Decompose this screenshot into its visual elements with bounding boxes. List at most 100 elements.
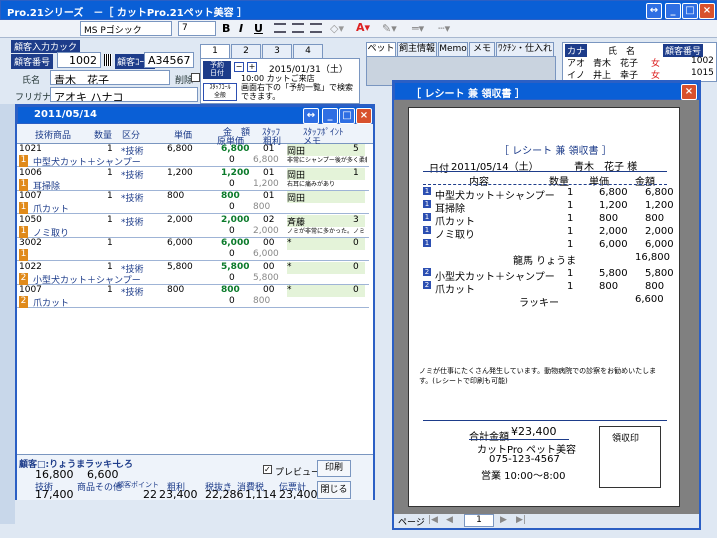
row-price[interactable]: 2,000 xyxy=(167,215,193,227)
minimize-icon[interactable]: _ xyxy=(322,108,338,124)
row-price[interactable]: 6,000 xyxy=(167,238,193,250)
table-row[interactable]: 1021 1 *技術 6,800 6,800 01 岡田 5 1 中型犬カット＋シャンプー 0 6,8… xyxy=(17,144,369,167)
tab-4[interactable]: 4 xyxy=(293,44,323,58)
close-icon[interactable]: × xyxy=(681,84,697,100)
customer-no-field[interactable]: 1002 xyxy=(57,52,101,68)
row-n2[interactable]: 0 xyxy=(229,155,235,167)
row-n3[interactable]: 800 xyxy=(253,296,270,308)
row-qty[interactable]: 1 xyxy=(107,168,113,180)
row-amount[interactable]: 1,200 xyxy=(221,168,249,180)
prev-date-button[interactable]: − xyxy=(234,62,244,72)
delete-checkbox[interactable] xyxy=(191,73,200,82)
row-name[interactable]: 爪カット xyxy=(33,296,69,308)
row-n2[interactable]: 0 xyxy=(229,202,235,214)
row-n2[interactable]: 0 xyxy=(229,226,235,238)
row-n3[interactable]: 800 xyxy=(253,202,270,214)
row-name[interactable]: 小型犬カット＋シャンプー xyxy=(33,273,141,285)
row-qty[interactable]: 1 xyxy=(107,191,113,203)
last-page-button[interactable]: ▶| xyxy=(516,515,526,525)
furigana-field[interactable]: アオキ ハナコ xyxy=(50,87,198,102)
row-amount[interactable]: 6,800 xyxy=(221,144,249,156)
row-name[interactable]: 耳掃除 xyxy=(33,179,60,191)
row-cat[interactable]: *技術 xyxy=(121,215,144,227)
row-qty[interactable]: 1 xyxy=(107,285,113,297)
font-color-icon[interactable]: A▾ xyxy=(356,21,370,34)
row-amount[interactable]: 5,800 xyxy=(221,262,249,274)
tab-pet[interactable]: ペット xyxy=(366,42,396,56)
line-style-icon[interactable]: ═▾ xyxy=(412,22,424,35)
name-field[interactable]: 青木 花子 xyxy=(50,70,170,85)
maximize-icon[interactable]: □ xyxy=(682,3,698,19)
tab-1[interactable]: 1 xyxy=(200,44,230,58)
row-name[interactable]: ノミ取り xyxy=(33,226,69,238)
underline-button[interactable]: U xyxy=(254,22,263,35)
page-field[interactable]: 1 xyxy=(464,514,494,527)
tab-vaccine[interactable]: ﾜｸﾁﾝ・仕入れ xyxy=(496,42,554,56)
row-n2[interactable]: 0 xyxy=(229,273,235,285)
tab-3[interactable]: 3 xyxy=(262,44,292,58)
row-cat[interactable]: *技術 xyxy=(121,285,144,297)
customer-code-field[interactable]: A34567 xyxy=(144,52,194,68)
align-right-icon[interactable] xyxy=(310,23,322,33)
row-n3[interactable]: 5,800 xyxy=(253,273,279,285)
table-row[interactable]: 1022 1 *技術 5,800 5,800 00 * 0 2 小型犬カット＋シャンプー 0 5,80… xyxy=(17,261,369,285)
row-memo[interactable] xyxy=(287,202,367,214)
close-button[interactable]: 閉じる xyxy=(317,481,351,499)
align-center-icon[interactable] xyxy=(292,23,304,33)
row-n3[interactable]: 6,800 xyxy=(253,155,279,167)
row-n2[interactable]: 0 xyxy=(229,249,235,261)
font-size-select[interactable]: 7 xyxy=(178,21,216,36)
tab-2[interactable]: 2 xyxy=(231,44,261,58)
row-name[interactable]: 中型犬カット＋シャンプー xyxy=(33,155,141,167)
row-price[interactable]: 800 xyxy=(167,285,184,297)
staff-call-button[interactable]: ｽﾀｯﾌｺｰﾙ 全般 xyxy=(203,83,237,101)
row-memo[interactable]: 右耳に痛みがあり xyxy=(287,179,367,191)
row-memo[interactable]: ノミが非常に多かった。ノミトリシャンプー勧めた xyxy=(287,226,367,238)
row-price[interactable]: 6,800 xyxy=(167,144,193,156)
row-n3[interactable]: 2,000 xyxy=(253,226,279,238)
row-name[interactable]: 爪カット xyxy=(33,202,69,214)
tab-memo-en[interactable]: Memo xyxy=(438,42,468,56)
maximize-icon[interactable]: □ xyxy=(339,108,355,124)
bold-button[interactable]: B xyxy=(222,22,230,35)
row-memo[interactable] xyxy=(287,273,367,285)
minimize-icon[interactable]: _ xyxy=(665,3,681,19)
row-n2[interactable]: 0 xyxy=(229,296,235,308)
row-cat[interactable]: *技術 xyxy=(121,191,144,203)
preview-checkbox[interactable]: ✓ xyxy=(263,465,272,474)
tab-owner-info[interactable]: 飼主情報 xyxy=(397,42,437,56)
table-row[interactable]: 1006 1 *技術 1,200 1,200 01 岡田 1 1 耳掃除 0 1,200 右耳に痛みがあ… xyxy=(17,167,369,191)
reserve-date-button[interactable]: 予約 日付 xyxy=(203,61,231,79)
fullscreen-icon[interactable]: ↔ xyxy=(303,108,319,124)
table-row[interactable]: 1007 1 *技術 800 800 00 * 0 2 爪カット 0 800 xyxy=(17,285,369,308)
row-price[interactable]: 1,200 xyxy=(167,168,193,180)
close-icon[interactable]: × xyxy=(699,3,715,19)
fullscreen-icon[interactable]: ↔ xyxy=(646,3,662,19)
fill-color-icon[interactable]: ◇▾ xyxy=(330,22,344,35)
row-memo[interactable] xyxy=(287,249,367,261)
next-page-button[interactable]: ▶ xyxy=(500,515,507,525)
first-page-button[interactable]: |◀ xyxy=(428,515,438,525)
row-n2[interactable]: 0 xyxy=(229,179,235,191)
italic-button[interactable]: I xyxy=(239,22,243,35)
next-date-button[interactable]: + xyxy=(247,62,257,72)
font-name-select[interactable]: MS Pゴシック xyxy=(80,21,172,36)
row-price[interactable]: 5,800 xyxy=(167,262,193,274)
row-n3[interactable]: 1,200 xyxy=(253,179,279,191)
row-amount[interactable]: 6,000 xyxy=(221,238,249,250)
close-icon[interactable]: × xyxy=(356,108,372,124)
align-left-icon[interactable] xyxy=(274,23,286,33)
tab-memo-jp[interactable]: メモ xyxy=(469,42,495,56)
row-amount[interactable]: 2,000 xyxy=(221,215,249,227)
prev-page-button[interactable]: ◀ xyxy=(446,515,453,525)
table-row[interactable]: 3002 1 6,000 6,000 00 * 0 1 0 6,000 xyxy=(17,238,369,261)
row-qty[interactable]: 1 xyxy=(107,238,113,250)
row-qty[interactable]: 1 xyxy=(107,215,113,227)
row-memo[interactable]: 非常にシャンプー後が多く柔軟剤を入浴感 xyxy=(287,155,367,167)
row-cat[interactable]: *技術 xyxy=(121,168,144,180)
table-row[interactable]: 1007 1 *技術 800 800 01 岡田 1 爪カット 0 800 xyxy=(17,191,369,214)
dash-style-icon[interactable]: ┄▾ xyxy=(438,22,450,35)
row-memo[interactable] xyxy=(287,296,367,308)
line-color-icon[interactable]: ✎▾ xyxy=(382,22,397,35)
print-button[interactable]: 印刷 xyxy=(317,460,351,477)
